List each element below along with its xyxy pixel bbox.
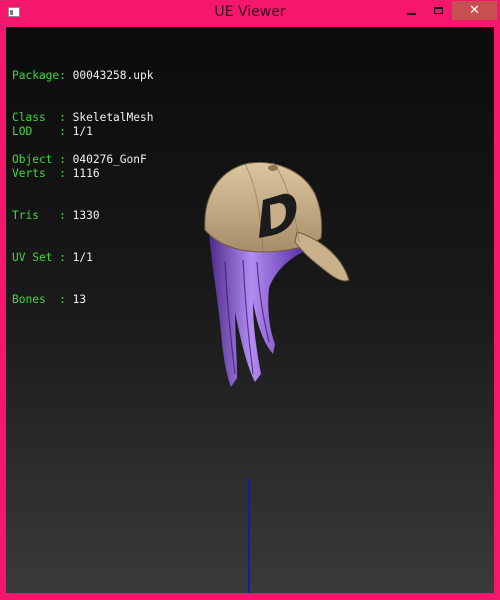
stat-value: 1116 xyxy=(72,167,100,180)
hair-ponytail xyxy=(209,230,303,387)
maximize-button[interactable] xyxy=(425,1,452,20)
mesh-stats-panel: LOD : 1/1 Verts : 1116 Tris : 1330 UV Se… xyxy=(12,97,100,335)
close-button[interactable]: ✕ xyxy=(452,1,497,20)
stat-value: 13 xyxy=(72,293,87,306)
stat-value: 1/1 xyxy=(72,251,93,264)
stat-label: LOD : xyxy=(12,125,66,138)
maximize-icon xyxy=(434,7,443,14)
stat-line-bones: Bones : 13 xyxy=(12,293,100,307)
info-line-package: Package: 00043258.upk xyxy=(12,69,153,83)
stat-line-verts: Verts : 1116 xyxy=(12,167,100,181)
stat-label: Bones : xyxy=(12,293,66,306)
skeletal-mesh-model[interactable]: D xyxy=(191,142,351,392)
stat-line-lod: LOD : 1/1 xyxy=(12,125,100,139)
minimize-icon xyxy=(407,12,416,15)
stat-value: 1330 xyxy=(72,209,100,222)
stat-label: Verts : xyxy=(12,167,66,180)
title-bar[interactable]: UE Viewer ✕ xyxy=(0,0,500,27)
close-icon: ✕ xyxy=(469,3,480,18)
app-window: UE Viewer ✕ Package: 00043258.upk Class … xyxy=(0,0,500,600)
info-label: Package: xyxy=(12,69,66,82)
vertical-axis-line xyxy=(248,479,250,593)
stat-label: Tris : xyxy=(12,209,66,222)
info-value: 00043258.upk xyxy=(72,69,154,82)
stat-label: UV Set : xyxy=(12,251,66,264)
stat-line-uvset: UV Set : 1/1 xyxy=(12,251,100,265)
3d-viewport[interactable]: Package: 00043258.upk Class : SkeletalMe… xyxy=(6,27,494,593)
stat-value: 1/1 xyxy=(72,125,93,138)
minimize-button[interactable] xyxy=(398,1,425,20)
stat-line-tris: Tris : 1330 xyxy=(12,209,100,223)
